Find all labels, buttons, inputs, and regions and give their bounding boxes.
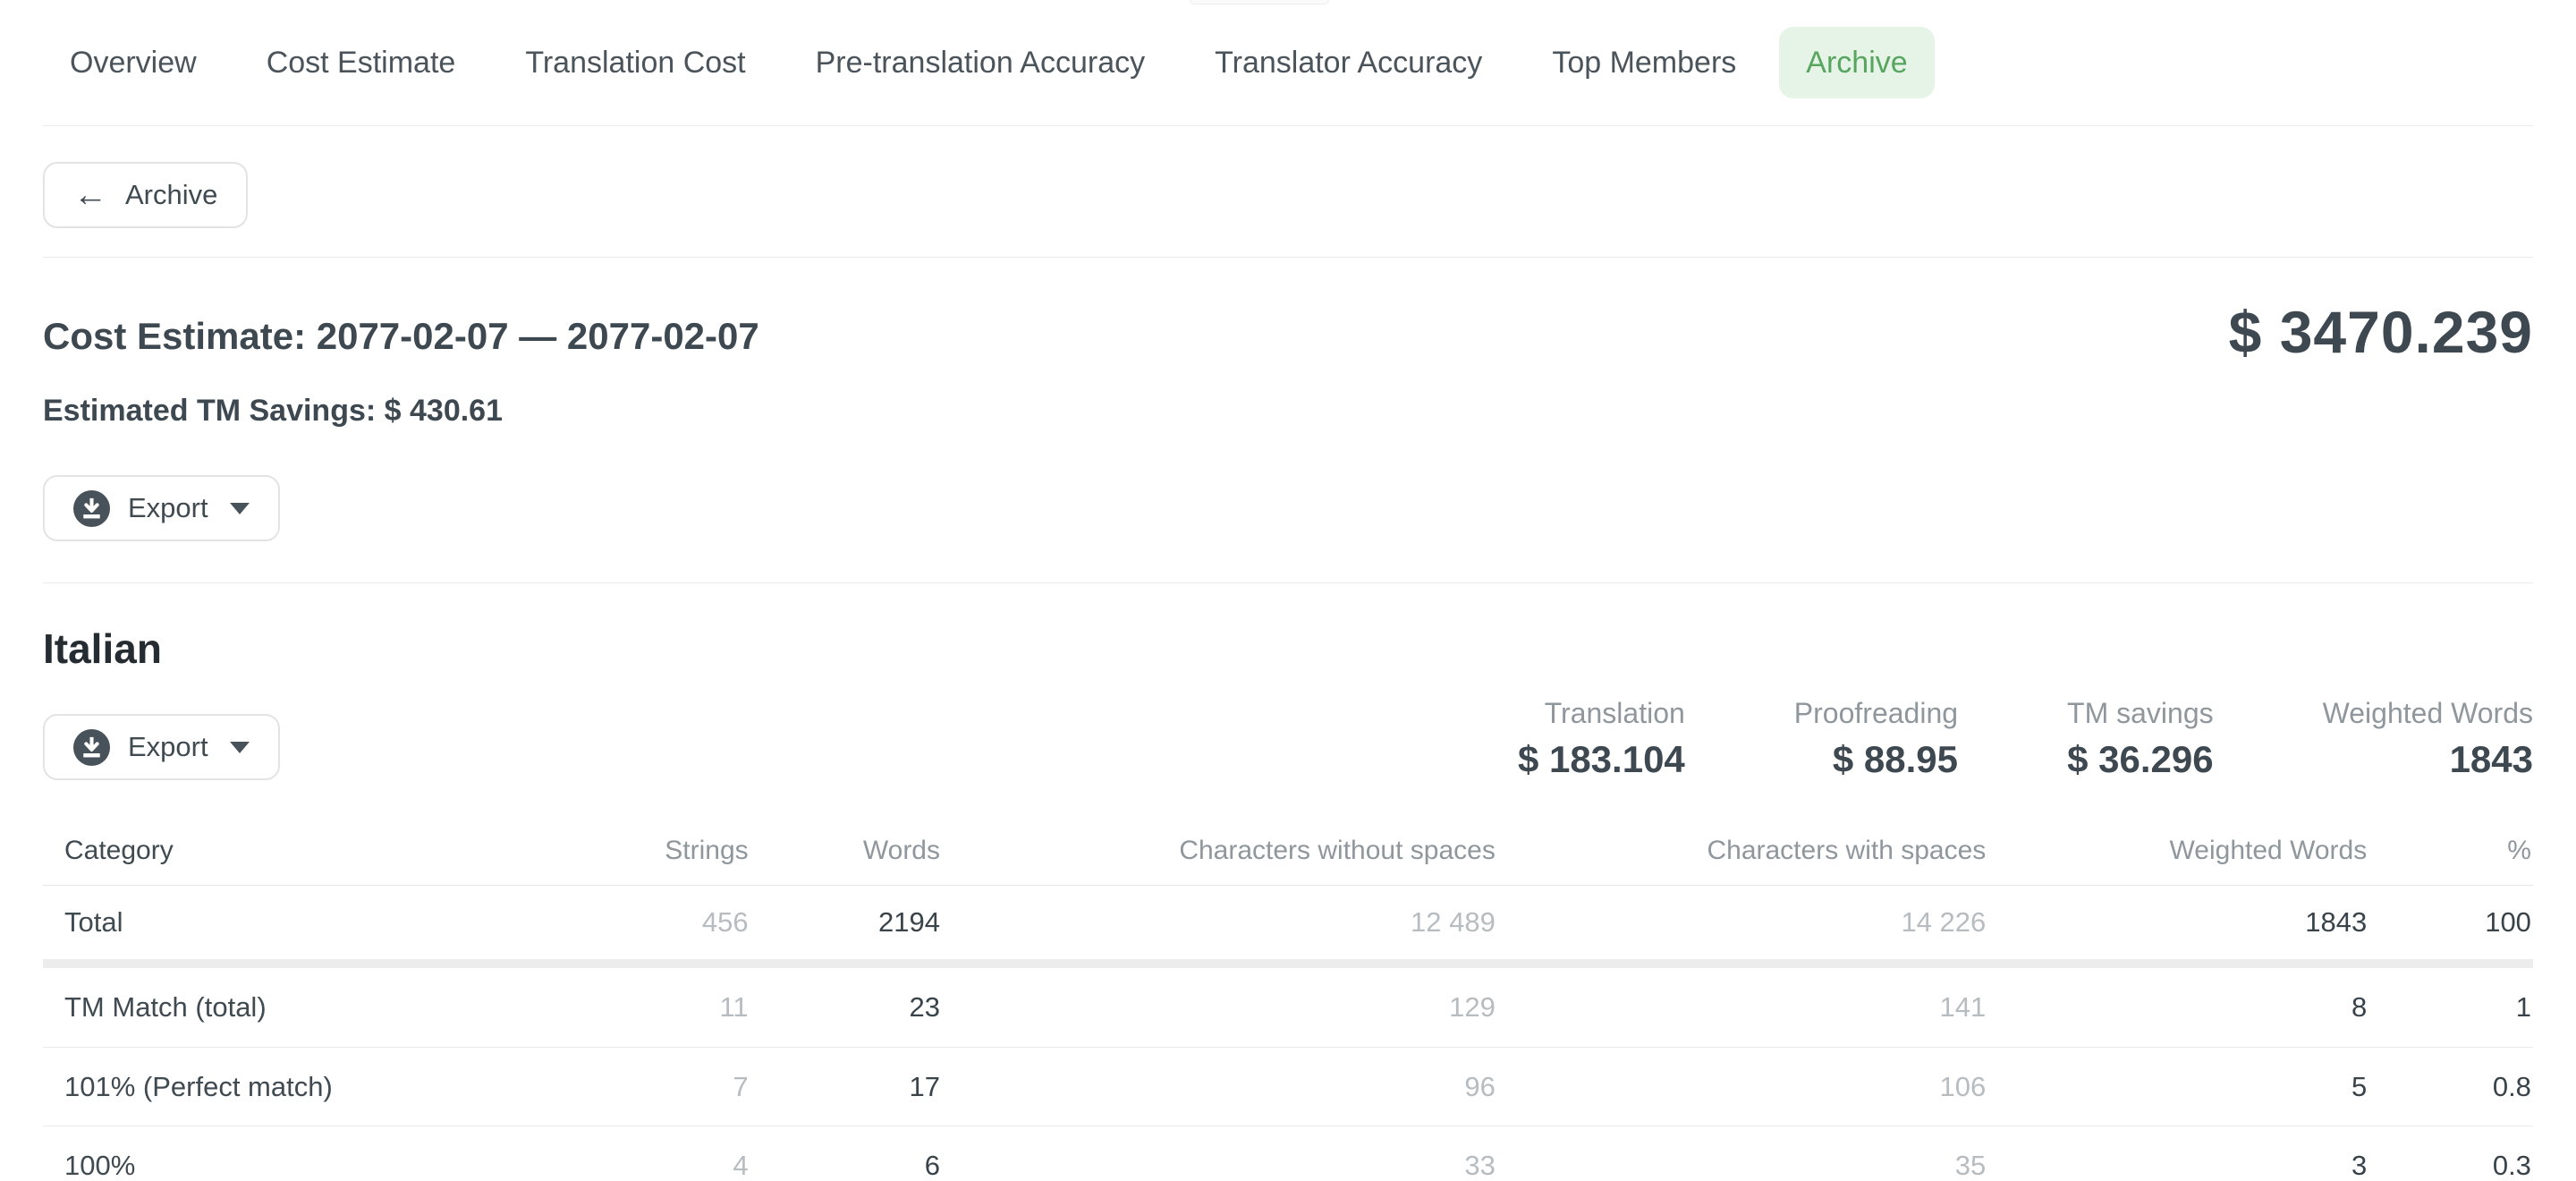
- total-separator-band: [43, 959, 2533, 968]
- cell-: 100: [2368, 906, 2533, 939]
- cell-strings: 456: [541, 906, 750, 939]
- table-row-100: 100%46333530.3: [43, 1126, 2533, 1181]
- language-title: Italian: [43, 624, 280, 673]
- tab-overview[interactable]: Overview: [43, 27, 224, 98]
- back-row: ← Archive: [43, 126, 2533, 258]
- tm-savings-value: $ 430.61: [385, 394, 503, 428]
- tab-top-members[interactable]: Top Members: [1525, 27, 1763, 98]
- download-icon: [73, 490, 110, 527]
- language-header: Italian Export Translation $ 183.104 Proof…: [43, 624, 2533, 780]
- page-title: Cost Estimate: 2077-02-07 — 2077-02-07: [43, 315, 759, 358]
- stat-weighted-words: Weighted Words 1843: [2323, 697, 2533, 778]
- cell-characters-with-spaces: 106: [1497, 1071, 1987, 1103]
- summary-header: Cost Estimate: 2077-02-07 — 2077-02-07 $…: [43, 293, 2533, 361]
- export-button-label: Export: [128, 492, 208, 524]
- top-edge-remnant: [1190, 0, 1329, 4]
- column-header-characters-without-spaces: Characters without spaces: [942, 836, 1497, 866]
- tab-archive[interactable]: Archive: [1779, 27, 1934, 98]
- cell-characters-with-spaces: 35: [1497, 1150, 1987, 1181]
- cell-characters-without-spaces: 33: [942, 1150, 1497, 1181]
- stat-label: Weighted Words: [2323, 697, 2533, 730]
- cell-: 1: [2368, 991, 2533, 1024]
- tm-savings-line: Estimated TM Savings: $ 430.61: [43, 394, 2533, 429]
- cell-words: 23: [750, 991, 942, 1024]
- cell-weighted-words: 3: [1987, 1150, 2368, 1181]
- cell-characters-without-spaces: 96: [942, 1071, 1497, 1103]
- cell-words: 2194: [750, 906, 942, 939]
- tab-translator-accuracy[interactable]: Translator Accuracy: [1188, 27, 1509, 98]
- export-button-label: Export: [128, 731, 208, 763]
- cost-table: CategoryStringsWordsCharacters without s…: [43, 816, 2533, 1181]
- row-category: Total: [43, 906, 541, 939]
- cell-weighted-words: 8: [1987, 991, 2368, 1024]
- stat-proofreading: Proofreading $ 88.95: [1794, 697, 1958, 778]
- stat-value: $ 183.104: [1518, 741, 1685, 778]
- cell-words: 6: [750, 1150, 942, 1181]
- arrow-left-icon: ←: [73, 178, 107, 212]
- tm-savings-label: Estimated TM Savings:: [43, 394, 376, 428]
- column-header-: %: [2368, 836, 2533, 866]
- reports-page: OverviewCost EstimateTranslation CostPre…: [0, 0, 2576, 1181]
- tab-pre-translation-accuracy[interactable]: Pre-translation Accuracy: [789, 27, 1173, 98]
- caret-down-icon: [230, 742, 250, 753]
- language-header-left: Italian Export: [43, 624, 280, 780]
- column-header-strings: Strings: [541, 836, 750, 866]
- stat-value: 1843: [2323, 741, 2533, 778]
- language-section: Italian Export Translation $ 183.104 Proof…: [43, 583, 2533, 1181]
- cell-characters-without-spaces: 129: [942, 991, 1497, 1024]
- cell-characters-with-spaces: 141: [1497, 991, 1987, 1024]
- row-category: TM Match (total): [43, 991, 541, 1024]
- stat-value: $ 88.95: [1794, 741, 1958, 778]
- table-row-101-perfect-match: 101% (Perfect match)7179610650.8: [43, 1047, 2533, 1126]
- stat-label: Translation: [1518, 697, 1685, 730]
- tab-cost-estimate[interactable]: Cost Estimate: [240, 27, 483, 98]
- table-row-tm-match-total: TM Match (total)112312914181: [43, 968, 2533, 1047]
- stat-translation: Translation $ 183.104: [1518, 697, 1685, 778]
- cell-strings: 4: [541, 1150, 750, 1181]
- cell-: 0.8: [2368, 1071, 2533, 1103]
- table-header-row: CategoryStringsWordsCharacters without s…: [43, 816, 2533, 886]
- cell-strings: 7: [541, 1071, 750, 1103]
- cell-weighted-words: 1843: [1987, 906, 2368, 939]
- cell-: 0.3: [2368, 1150, 2533, 1181]
- column-header-characters-with-spaces: Characters with spaces: [1497, 836, 1987, 866]
- column-header-words: Words: [750, 836, 942, 866]
- cell-weighted-words: 5: [1987, 1071, 2368, 1103]
- cell-characters-without-spaces: 12 489: [942, 906, 1497, 939]
- cell-strings: 11: [541, 991, 750, 1024]
- table-row-total: Total456219412 48914 2261843100: [43, 886, 2533, 959]
- export-button[interactable]: Export: [43, 475, 280, 541]
- row-category: 101% (Perfect match): [43, 1071, 541, 1103]
- column-header-weighted-words: Weighted Words: [1987, 836, 2368, 866]
- cost-estimate-summary: Cost Estimate: 2077-02-07 — 2077-02-07 $…: [43, 258, 2533, 583]
- stat-label: TM savings: [2067, 697, 2214, 730]
- caret-down-icon: [230, 503, 250, 514]
- total-amount: $ 3470.239: [2229, 302, 2533, 361]
- download-icon: [73, 729, 110, 766]
- stat-tm-savings: TM savings $ 36.296: [2067, 697, 2214, 778]
- stat-value: $ 36.296: [2067, 741, 2214, 778]
- stat-label: Proofreading: [1794, 697, 1958, 730]
- cell-words: 17: [750, 1071, 942, 1103]
- back-to-archive-button[interactable]: ← Archive: [43, 162, 248, 228]
- cell-characters-with-spaces: 14 226: [1497, 906, 1987, 939]
- back-button-label: Archive: [125, 179, 217, 211]
- column-header-category: Category: [43, 836, 541, 866]
- report-tabs: OverviewCost EstimateTranslation CostPre…: [43, 0, 2533, 126]
- row-category: 100%: [43, 1150, 541, 1181]
- language-export-button[interactable]: Export: [43, 714, 280, 780]
- language-stats: Translation $ 183.104 Proofreading $ 88.95 T…: [1518, 697, 2533, 780]
- tab-translation-cost[interactable]: Translation Cost: [498, 27, 772, 98]
